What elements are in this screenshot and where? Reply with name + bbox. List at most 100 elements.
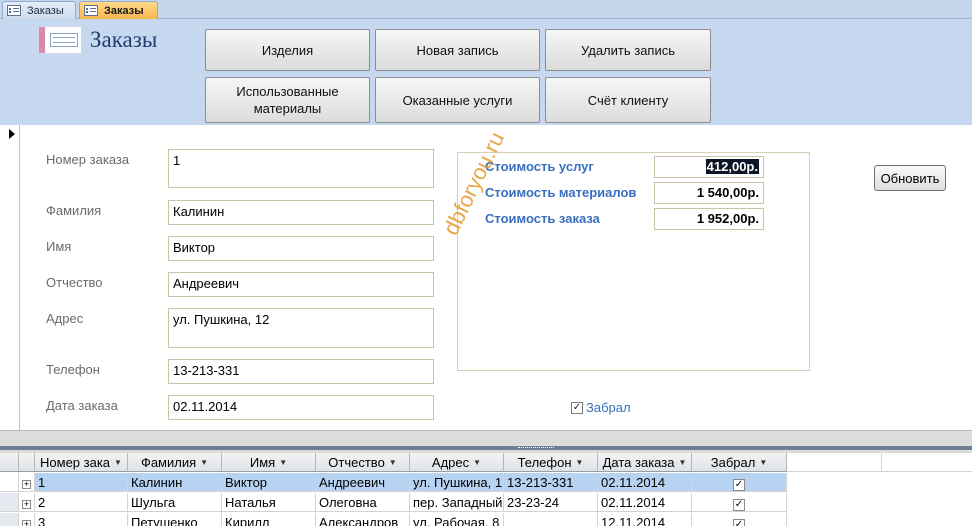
column-header-order-number[interactable]: Номер зака ▼: [35, 453, 128, 472]
column-header-patronymic[interactable]: Отчество ▼: [316, 453, 410, 472]
column-header-order-date[interactable]: Дата заказа ▼: [598, 453, 692, 472]
materials-cost-field[interactable]: 1 540,00р.: [654, 182, 764, 204]
row-selector[interactable]: [0, 493, 19, 512]
checkbox-checked-icon: ✓: [733, 499, 745, 511]
cell-order-date[interactable]: 02.11.2014: [598, 473, 692, 492]
cell-first-name[interactable]: Виктор: [222, 473, 316, 492]
delete-record-button[interactable]: Удалить запись: [545, 29, 711, 71]
order-date-label: Дата заказа: [46, 398, 118, 413]
record-selector[interactable]: [0, 125, 20, 430]
address-field[interactable]: ул. Пушкина, 12: [168, 308, 434, 348]
address-label: Адрес: [46, 311, 84, 326]
column-header-picked-up[interactable]: Забрал ▼: [692, 453, 787, 472]
patronymic-label: Отчество: [46, 275, 103, 290]
cell-order-date[interactable]: 02.11.2014: [598, 493, 692, 512]
chevron-down-icon: ▼: [575, 457, 584, 467]
cell-order-number[interactable]: 1: [35, 473, 128, 492]
cell-first-name[interactable]: Наталья: [222, 493, 316, 512]
form-header: Заказы Изделия Новая запись Удалить запи…: [0, 19, 972, 125]
current-record-arrow-icon: [9, 129, 15, 139]
refresh-button[interactable]: Обновить: [874, 165, 946, 191]
picked-up-label: Забрал: [586, 400, 631, 415]
cell-patronymic[interactable]: Андреевич: [316, 473, 410, 492]
cell-first-name[interactable]: Кирилл: [222, 513, 316, 526]
form-title: Заказы: [90, 27, 158, 52]
materials-cost-label: Стоимость материалов: [485, 185, 637, 200]
first-name-field[interactable]: Виктор: [168, 236, 434, 261]
column-header-address[interactable]: Адрес ▼: [410, 453, 504, 472]
splitter-bar[interactable]: [0, 446, 972, 450]
chevron-down-icon: ▼: [759, 457, 768, 467]
picked-up-checkbox[interactable]: ✓: [571, 401, 583, 414]
datasheet-header-row: Номер зака ▼ Фамилия ▼ Имя ▼ Отчество ▼ Адре…: [0, 453, 787, 472]
tab-orders-form-2[interactable]: Заказы: [79, 1, 158, 19]
form-icon: [84, 5, 98, 16]
column-header-first-name[interactable]: Имя ▼: [222, 453, 316, 472]
document-tab-strip: Заказы Заказы: [0, 0, 972, 19]
first-name-label: Имя: [46, 239, 72, 254]
last-name-label: Фамилия: [46, 203, 102, 218]
chevron-down-icon: ▼: [388, 457, 397, 467]
tab-orders-form-1[interactable]: Заказы: [2, 1, 76, 19]
expand-column-header: [19, 453, 35, 472]
order-number-field[interactable]: 1: [168, 149, 434, 188]
cell-last-name[interactable]: Петушенко: [128, 513, 222, 526]
patronymic-field[interactable]: Андреевич: [168, 272, 434, 297]
column-header-last-name[interactable]: Фамилия ▼: [128, 453, 222, 472]
checkbox-checked-icon: ✓: [733, 519, 745, 526]
products-button[interactable]: Изделия: [205, 29, 370, 71]
cell-last-name[interactable]: Калинин: [128, 473, 222, 492]
form-icon: [7, 5, 21, 16]
cell-address[interactable]: ул. Пушкина, 1: [410, 473, 504, 492]
services-cost-value: 412,00р.: [705, 159, 759, 174]
tab-label: Заказы: [104, 4, 144, 17]
cell-patronymic[interactable]: Олеговна: [316, 493, 410, 512]
checkbox-checked-icon: ✓: [733, 479, 745, 491]
expand-row[interactable]: +: [19, 513, 35, 526]
phone-label: Телефон: [46, 362, 100, 377]
order-cost-field[interactable]: 1 952,00р.: [654, 208, 764, 230]
services-button[interactable]: Оказанные услуги: [375, 77, 540, 123]
cell-patronymic[interactable]: Александров: [316, 513, 410, 526]
cell-phone[interactable]: 23-23-24: [504, 493, 598, 512]
cell-address[interactable]: ул. Рабочая, 8: [410, 513, 504, 526]
table-row[interactable]: + 3 Петушенко Кирилл Александров ул. Раб…: [0, 513, 787, 526]
chevron-down-icon: ▼: [678, 457, 687, 467]
row-selector[interactable]: [0, 513, 19, 526]
cell-address[interactable]: пер. Западный: [410, 493, 504, 512]
split-form-divider[interactable]: [0, 430, 972, 453]
order-number-label: Номер заказа: [46, 152, 130, 167]
expand-row[interactable]: +: [19, 493, 35, 512]
chevron-down-icon: ▼: [473, 457, 482, 467]
cell-picked-up[interactable]: ✓: [692, 513, 787, 526]
used-materials-button[interactable]: Использованные материалы: [205, 77, 370, 123]
phone-field[interactable]: 13-213-331: [168, 359, 434, 384]
cell-phone[interactable]: [504, 513, 598, 526]
chevron-down-icon: ▼: [114, 457, 122, 467]
cell-order-number[interactable]: 3: [35, 513, 128, 526]
row-selector[interactable]: [0, 473, 19, 492]
services-cost-field[interactable]: 412,00р.: [654, 156, 764, 178]
expand-plus-icon: +: [22, 520, 31, 526]
datasheet-empty-area: [787, 453, 972, 472]
cell-picked-up[interactable]: ✓: [692, 473, 787, 492]
cell-picked-up[interactable]: ✓: [692, 493, 787, 512]
select-all-corner[interactable]: [0, 453, 19, 472]
chevron-down-icon: ▼: [200, 457, 209, 467]
column-header-phone[interactable]: Телефон ▼: [504, 453, 598, 472]
order-date-field[interactable]: 02.11.2014: [168, 395, 434, 420]
picked-up-checkbox-group[interactable]: ✓ Забрал: [571, 400, 631, 415]
table-row[interactable]: + 1 Калинин Виктор Андреевич ул. Пушкина…: [0, 473, 787, 492]
invoice-button[interactable]: Счёт клиенту: [545, 77, 711, 123]
last-name-field[interactable]: Калинин: [168, 200, 434, 225]
table-row[interactable]: + 2 Шульга Наталья Олеговна пер. Западны…: [0, 493, 787, 512]
cell-phone[interactable]: 13-213-331: [504, 473, 598, 492]
chevron-down-icon: ▼: [279, 457, 288, 467]
cell-order-number[interactable]: 2: [35, 493, 128, 512]
cell-last-name[interactable]: Шульга: [128, 493, 222, 512]
expand-row[interactable]: +: [19, 473, 35, 492]
expand-plus-icon: +: [22, 479, 31, 489]
cell-order-date[interactable]: 12.11.2014: [598, 513, 692, 526]
new-record-button[interactable]: Новая запись: [375, 29, 540, 71]
splitter-grip-icon[interactable]: [518, 447, 554, 449]
